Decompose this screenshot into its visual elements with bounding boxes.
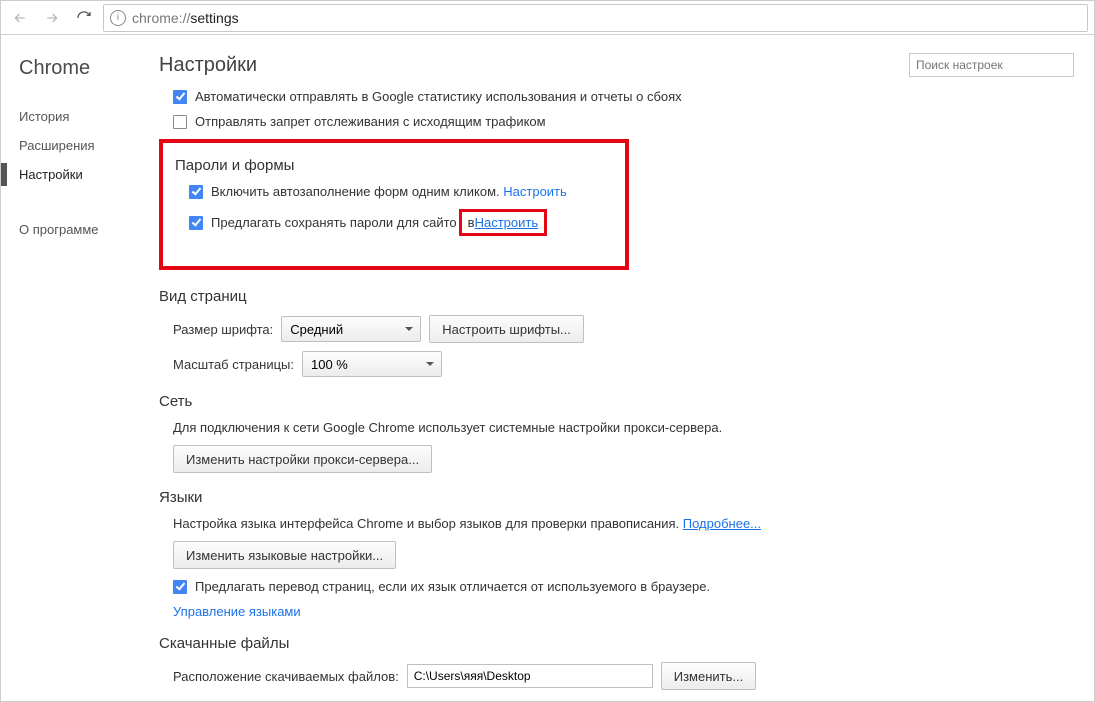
sidebar: Chrome История Расширения Настройки О пр… xyxy=(1,35,151,701)
save-passwords-label-b: в xyxy=(468,215,475,230)
save-passwords-checkbox[interactable] xyxy=(189,216,203,230)
font-size-select[interactable]: Средний xyxy=(281,316,421,342)
url-path: settings xyxy=(190,10,238,26)
language-settings-button[interactable]: Изменить языковые настройки... xyxy=(173,541,396,569)
autofill-checkbox[interactable] xyxy=(189,185,203,199)
download-location-input[interactable] xyxy=(407,664,653,688)
section-languages-title: Языки xyxy=(159,489,1074,506)
section-appearance-title: Вид страниц xyxy=(159,288,1074,305)
page-title: Настройки xyxy=(159,54,909,77)
sidebar-item-extensions[interactable]: Расширения xyxy=(19,131,151,160)
page-zoom-label: Масштаб страницы: xyxy=(173,357,294,372)
sidebar-item-history[interactable]: История xyxy=(19,102,151,131)
back-button[interactable] xyxy=(7,5,33,31)
proxy-settings-button[interactable]: Изменить настройки прокси-сервера... xyxy=(173,445,432,473)
send-stats-checkbox[interactable] xyxy=(173,90,187,104)
browser-toolbar: i chrome://settings xyxy=(1,1,1094,35)
section-network-title: Сеть xyxy=(159,393,1074,410)
settings-search-input[interactable] xyxy=(909,53,1074,77)
settings-main: Настройки Автоматически отправлять в Goo… xyxy=(151,35,1094,701)
do-not-track-label: Отправлять запрет отслеживания с исходящ… xyxy=(195,114,546,129)
site-info-icon[interactable]: i xyxy=(110,10,126,26)
download-location-label: Расположение скачиваемых файлов: xyxy=(173,669,399,684)
send-stats-label: Автоматически отправлять в Google статис… xyxy=(195,89,682,104)
autofill-configure-link[interactable]: Настроить xyxy=(503,184,567,199)
passwords-highlight: Пароли и формы Включить автозаполнение ф… xyxy=(159,139,629,270)
forward-button[interactable] xyxy=(39,5,65,31)
translate-checkbox[interactable] xyxy=(173,580,187,594)
page-zoom-select[interactable]: 100 % xyxy=(302,351,442,377)
brand-title: Chrome xyxy=(19,57,151,80)
url-scheme: chrome:// xyxy=(132,10,190,26)
passwords-configure-link[interactable]: Настроить xyxy=(475,215,539,230)
languages-desc: Настройка языка интерфейса Chrome и выбо… xyxy=(173,516,679,531)
languages-learn-more-link[interactable]: Подробнее... xyxy=(683,516,761,531)
reload-button[interactable] xyxy=(71,5,97,31)
save-passwords-label-a: Предлагать сохранять пароли для сайто xyxy=(211,215,457,230)
address-bar[interactable]: i chrome://settings xyxy=(103,4,1088,32)
font-size-label: Размер шрифта: xyxy=(173,322,273,337)
do-not-track-checkbox[interactable] xyxy=(173,115,187,129)
sidebar-item-settings[interactable]: Настройки xyxy=(19,160,151,189)
customize-fonts-button[interactable]: Настроить шрифты... xyxy=(429,315,584,343)
manage-languages-link[interactable]: Управление языками xyxy=(173,604,301,619)
autofill-label: Включить автозаполнение форм одним клико… xyxy=(211,184,500,199)
section-downloads-title: Скачанные файлы xyxy=(159,635,1074,652)
section-passwords-title: Пароли и формы xyxy=(175,157,613,174)
network-desc: Для подключения к сети Google Chrome исп… xyxy=(173,420,1074,435)
translate-label: Предлагать перевод страниц, если их язык… xyxy=(195,579,710,594)
passwords-configure-highlight: в Настроить xyxy=(459,209,547,236)
change-download-location-button[interactable]: Изменить... xyxy=(661,662,756,690)
sidebar-item-about[interactable]: О программе xyxy=(19,215,151,244)
